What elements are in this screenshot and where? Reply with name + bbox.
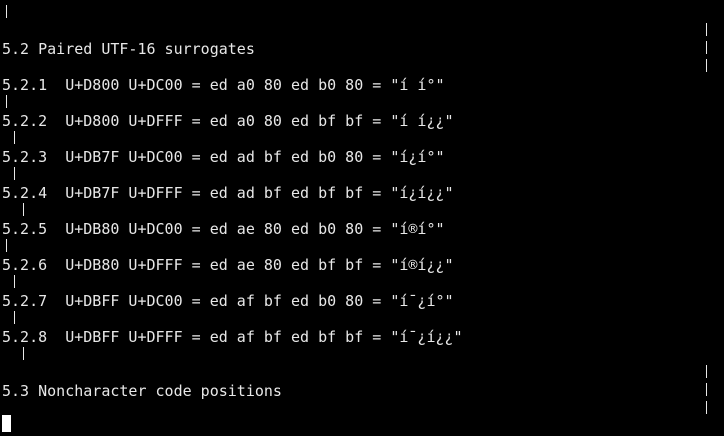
boundary-marker [14, 167, 15, 180]
test-line-5-2-3: 5.2.3 U+DB7F U+DC00 = ed ad bf ed b0 80 … [2, 148, 445, 166]
section-heading-5-3: 5.3 Noncharacter code positions [2, 382, 282, 400]
text-cursor [2, 415, 11, 432]
boundary-marker [6, 5, 7, 18]
boundary-marker [706, 59, 707, 72]
boundary-marker [6, 239, 7, 252]
test-line-5-2-1: 5.2.1 U+D800 U+DC00 = ed a0 80 ed b0 80 … [2, 76, 445, 94]
boundary-marker [706, 383, 707, 396]
test-line-5-2-5: 5.2.5 U+DB80 U+DC00 = ed ae 80 ed b0 80 … [2, 220, 445, 238]
test-line-5-2-4: 5.2.4 U+DB7F U+DFFF = ed ad bf ed bf bf … [2, 184, 454, 202]
boundary-marker [706, 401, 707, 414]
boundary-marker [14, 131, 15, 144]
boundary-marker [14, 311, 15, 324]
boundary-marker [706, 41, 707, 54]
terminal-screen[interactable]: 5.2 Paired UTF-16 surrogates 5.2.1 U+D80… [2, 3, 722, 435]
test-line-5-2-7: 5.2.7 U+DBFF U+DC00 = ed af bf ed b0 80 … [2, 292, 454, 310]
boundary-marker [23, 347, 24, 360]
boundary-marker [23, 203, 24, 216]
boundary-marker [14, 275, 15, 288]
test-line-5-2-2: 5.2.2 U+D800 U+DFFF = ed a0 80 ed bf bf … [2, 112, 454, 130]
test-line-5-2-6: 5.2.6 U+DB80 U+DFFF = ed ae 80 ed bf bf … [2, 256, 454, 274]
section-heading-5-2: 5.2 Paired UTF-16 surrogates [2, 40, 255, 58]
test-line-5-2-8: 5.2.8 U+DBFF U+DFFF = ed af bf ed bf bf … [2, 328, 463, 346]
boundary-marker [706, 365, 707, 378]
boundary-marker [706, 23, 707, 36]
boundary-marker [6, 95, 7, 108]
